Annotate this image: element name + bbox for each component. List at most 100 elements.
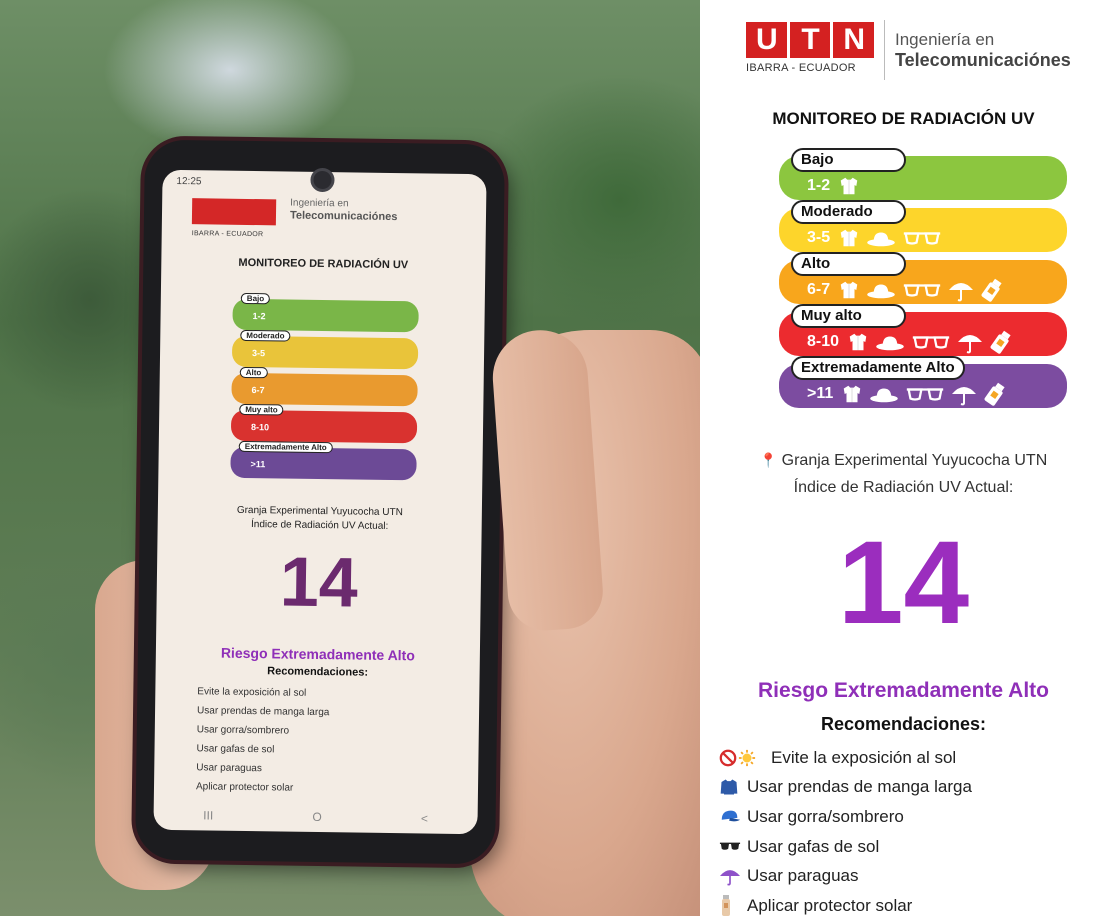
uv-level-bajo: Bajo 1-2 bbox=[779, 148, 1067, 200]
recommendation-item: Usar prendas de manga larga bbox=[719, 773, 1099, 803]
utn-logo-letter-n: N bbox=[833, 22, 875, 58]
phone-logo-subtitle: IBARRA - ECUADOR bbox=[191, 230, 264, 239]
uv-index-value: 14 bbox=[837, 517, 970, 649]
recommendation-text: Aplicar protector solar bbox=[747, 895, 913, 915]
phone-level-moderado: Moderado 3-5 bbox=[231, 329, 419, 370]
recent-apps-button[interactable]: III bbox=[203, 808, 213, 822]
phone-level-label: Bajo bbox=[240, 292, 271, 305]
faculty-line2: Telecomunicaciónes bbox=[895, 50, 1071, 70]
phone-device: 12:25 IBARRA - ECUADOR Ingeniería en Tel… bbox=[134, 139, 506, 865]
phone-screen: 12:25 IBARRA - ECUADOR Ingeniería en Tel… bbox=[153, 169, 487, 835]
recommendation-icons bbox=[719, 749, 771, 767]
recommendation-text: Usar prendas de manga larga bbox=[747, 777, 972, 797]
phone-level-label: Extremadamente Alto bbox=[238, 440, 333, 454]
sun-icon bbox=[738, 749, 756, 767]
utn-logo-subtitle: IBARRA - ECUADOR bbox=[746, 62, 856, 74]
shirt-icon bbox=[841, 383, 863, 405]
phone-recommendation: Usar gafas de sol bbox=[196, 743, 275, 756]
sunscreen-icon bbox=[989, 329, 1013, 355]
recommendation-item: Usar gorra/sombrero bbox=[719, 802, 1099, 832]
phone-location: Granja Experimental Yuyucocha UTN bbox=[236, 504, 403, 519]
uv-level-content: >11 bbox=[807, 382, 1007, 406]
uv-level-moderado: Moderado 3-5 bbox=[779, 200, 1067, 252]
shirt-icon bbox=[838, 175, 860, 197]
phone-recommendation: Usar gorra/sombrero bbox=[196, 724, 290, 737]
recommendation-item: Usar gafas de sol bbox=[719, 832, 1099, 862]
uv-level-content: 1-2 bbox=[807, 174, 860, 198]
faculty-name: Ingeniería en Telecomunicaciónes bbox=[895, 30, 1071, 71]
glasses-icon bbox=[902, 228, 942, 248]
recommendations-list: Evite la exposición al sol Usar prendas d… bbox=[719, 743, 1099, 916]
phone-uv-value: 14 bbox=[279, 542, 359, 622]
recommendation-item: Evite la exposición al sol bbox=[719, 743, 1099, 773]
recommendations-title: Recomendaciones: bbox=[820, 714, 987, 734]
phone-risk-level: Riesgo Extremadamente Alto bbox=[220, 644, 415, 664]
phone-index-label: Índice de Radiación UV Actual: bbox=[250, 519, 389, 532]
uv-level-range: 6-7 bbox=[807, 281, 831, 298]
glasses-icon bbox=[911, 332, 951, 352]
phone-level-extremo: Extremadamente Alto >11 bbox=[230, 440, 417, 481]
page-title: MONITOREO DE RADIACIÓN UV bbox=[772, 109, 1035, 128]
sunscreen-icon bbox=[983, 381, 1007, 407]
hat-icon bbox=[866, 227, 896, 249]
phone-level-range: 3-5 bbox=[252, 348, 266, 359]
glasses-icon bbox=[902, 280, 942, 300]
long-sleeve-shirt-icon bbox=[719, 777, 739, 797]
index-label: Índice de Radiación UV Actual: bbox=[793, 479, 1014, 496]
phone-faculty-line1: Ingeniería en bbox=[290, 197, 349, 210]
phone-faculty-line2: Telecomunicaciónes bbox=[289, 209, 398, 224]
recommendation-icons bbox=[719, 840, 747, 854]
utn-logo-letter-t: T bbox=[789, 22, 831, 58]
uv-level-range: 1-2 bbox=[807, 177, 831, 194]
recommendation-text: Usar paraguas bbox=[747, 866, 859, 886]
phone-recommendation: Usar paraguas bbox=[196, 762, 262, 775]
recommendation-item: Aplicar protector solar bbox=[719, 891, 1099, 916]
recommendation-icons bbox=[719, 866, 747, 886]
uv-level-extremo: Extremadamente Alto >11 bbox=[779, 356, 1067, 408]
uv-level-label: Bajo bbox=[791, 148, 906, 172]
utn-logo: U T N IBARRA - ECUADOR bbox=[746, 22, 875, 74]
shirt-icon bbox=[847, 331, 869, 353]
phone-level-range: 1-2 bbox=[252, 311, 266, 322]
glasses-icon bbox=[905, 384, 945, 404]
back-button[interactable]: < bbox=[421, 811, 428, 825]
phone-level-label: Moderado bbox=[240, 329, 291, 342]
phone-recommendation: Usar prendas de manga larga bbox=[196, 705, 330, 719]
no-entry-icon bbox=[719, 749, 737, 767]
recommendation-text: Usar gorra/sombrero bbox=[747, 806, 904, 826]
home-button[interactable]: O bbox=[312, 810, 322, 824]
phone-uv-scale: Bajo 1-2 Moderado 3-5 Alto 6-7 Muy alto … bbox=[230, 292, 419, 487]
phone-recommendations-list: Evite la exposición al sol Usar prendas … bbox=[196, 682, 330, 798]
uv-level-muy-alto: Muy alto 8-10 bbox=[779, 304, 1067, 356]
phone-recommendation: Aplicar protector solar bbox=[195, 781, 294, 794]
uv-level-alto: Alto 6-7 bbox=[779, 252, 1067, 304]
phone-level-muy-alto: Muy alto 8-10 bbox=[230, 403, 418, 444]
umbrella-icon bbox=[948, 278, 974, 302]
phone-level-label: Muy alto bbox=[239, 403, 284, 416]
phone-recommendation: Evite la exposición al sol bbox=[197, 686, 307, 699]
phone-recommendations-title: Recomendaciones: bbox=[267, 665, 369, 679]
logo-divider bbox=[884, 20, 885, 80]
hat-icon bbox=[866, 279, 896, 301]
phone-level-label: Alto bbox=[239, 366, 268, 379]
uv-level-range: 3-5 bbox=[807, 229, 831, 246]
faculty-line1: Ingeniería en bbox=[895, 30, 995, 49]
photo-panel: 12:25 IBARRA - ECUADOR Ingeniería en Tel… bbox=[0, 0, 700, 916]
uv-level-label: Alto bbox=[791, 252, 906, 276]
phone-level-range: 8-10 bbox=[250, 422, 270, 433]
recommendation-item: Usar paraguas bbox=[719, 861, 1099, 891]
phone-level-bajo: Bajo 1-2 bbox=[232, 292, 419, 333]
umbrella-icon bbox=[957, 330, 983, 354]
uv-level-label: Muy alto bbox=[791, 304, 906, 328]
risk-level: Riesgo Extremadamente Alto bbox=[758, 679, 1049, 702]
status-time: 12:25 bbox=[176, 175, 202, 188]
phone-nav-bar: III O < bbox=[154, 808, 478, 827]
phone-level-alto: Alto 6-7 bbox=[231, 366, 418, 407]
phone-logo bbox=[191, 198, 277, 226]
sunscreen-bottle-icon bbox=[719, 894, 733, 916]
map-pin-icon: 📍 bbox=[759, 452, 778, 468]
utn-logo-letter-u: U bbox=[746, 22, 787, 58]
umbrella-icon bbox=[951, 382, 977, 406]
uv-level-label: Moderado bbox=[791, 200, 906, 224]
uv-level-range: >11 bbox=[807, 385, 834, 402]
